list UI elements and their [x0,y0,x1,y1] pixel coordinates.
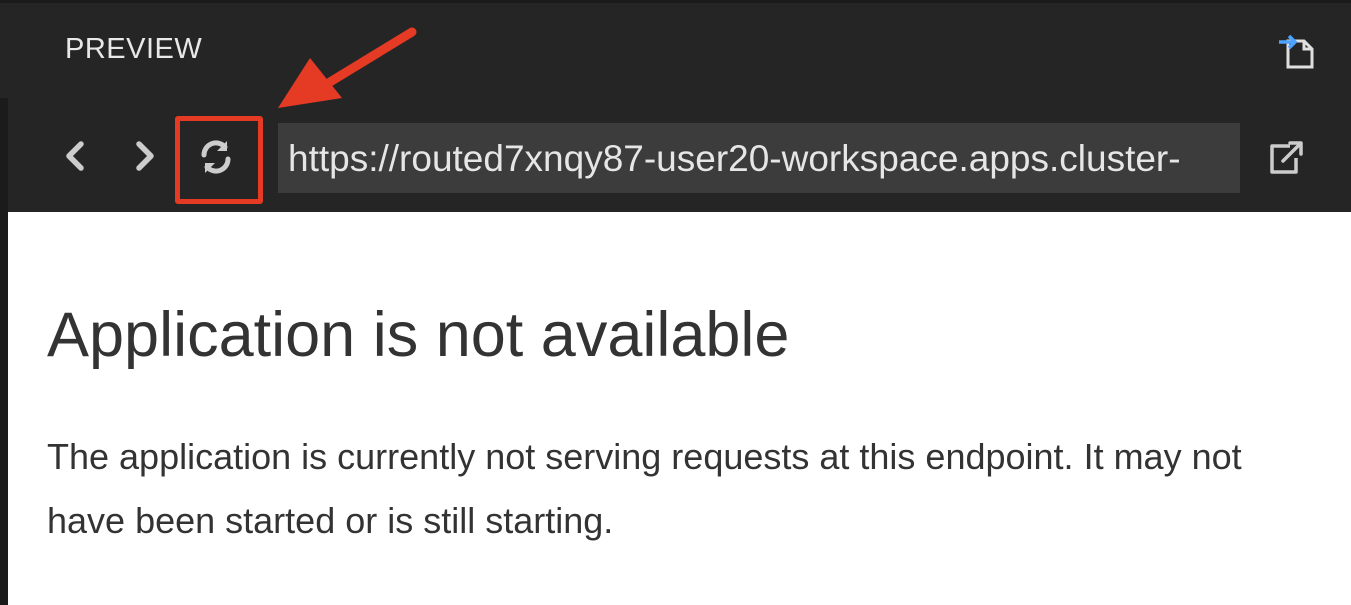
forward-button[interactable] [125,134,165,178]
page-title: Application is not available [47,300,790,370]
chevron-left-icon [66,141,84,171]
open-in-browser-button[interactable] [1266,138,1306,178]
refresh-button[interactable] [196,134,236,178]
open-preview-to-side-icon[interactable] [1274,27,1320,73]
panel-header: PREVIEW [0,3,1351,98]
preview-panel: PREVIEW https://routed7xnqy87-user20-wor… [0,0,1351,605]
url-input[interactable]: https://routed7xnqy87-user20-workspace.a… [278,123,1240,193]
external-link-icon [1270,141,1303,174]
page-message: The application is currently not serving… [47,436,1242,541]
chevron-right-icon [136,141,154,171]
preview-toolbar: https://routed7xnqy87-user20-workspace.a… [8,98,1351,212]
preview-content: Application is not available The applica… [8,212,1351,605]
back-button[interactable] [55,134,95,178]
panel-title: PREVIEW [65,33,203,65]
left-border [0,98,8,605]
url-text: https://routed7xnqy87-user20-workspace.a… [288,138,1181,179]
refresh-icon [201,140,231,174]
